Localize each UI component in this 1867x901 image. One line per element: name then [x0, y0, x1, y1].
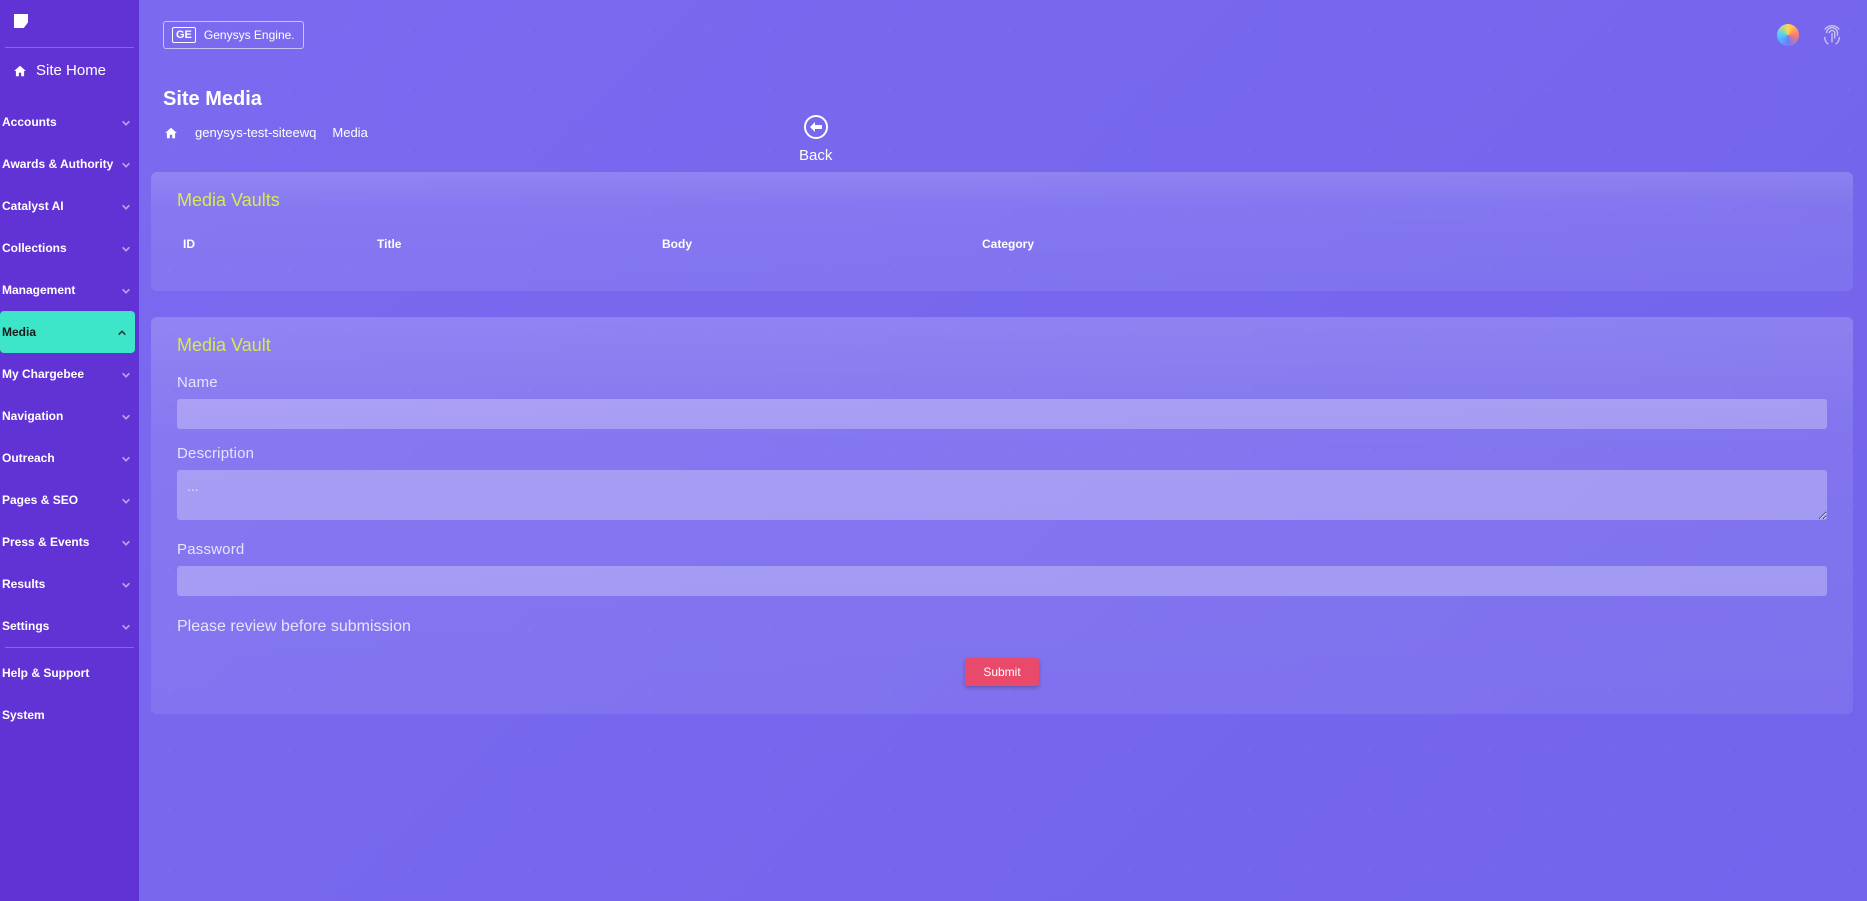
sidebar-item-awards[interactable]: Awards & Authority	[0, 143, 139, 185]
chevron-down-icon	[121, 369, 131, 379]
name-input[interactable]	[177, 399, 1827, 429]
sidebar-item-pages-seo[interactable]: Pages & SEO	[0, 479, 139, 521]
review-text: Please review before submission	[177, 618, 1827, 636]
sidebar-item-navigation[interactable]: Navigation	[0, 395, 139, 437]
main: GE Genysys Engine. Site Media genysys-te…	[139, 0, 1867, 901]
chevron-down-icon	[121, 201, 131, 211]
nav-items: Accounts Awards & Authority Catalyst AI …	[0, 101, 139, 647]
table-header-row: ID Title Body Category	[177, 229, 1827, 269]
sidebar-item-system[interactable]: System	[0, 694, 139, 736]
password-label: Password	[177, 541, 1827, 558]
sidebar-item-accounts[interactable]: Accounts	[0, 101, 139, 143]
sidebar-item-label: Help & Support	[2, 666, 89, 680]
breadcrumb: genysys-test-siteewq Media	[163, 125, 1843, 140]
chevron-down-icon	[121, 579, 131, 589]
sidebar-item-label: Media	[2, 325, 36, 339]
brand-mark-icon: GE	[172, 27, 196, 43]
chevron-up-icon	[117, 327, 127, 337]
sidebar-item-catalyst[interactable]: Catalyst AI	[0, 185, 139, 227]
sidebar: Site Home Accounts Awards & Authority Ca…	[0, 0, 139, 901]
home-icon	[12, 64, 28, 78]
chevron-down-icon	[121, 621, 131, 631]
breadcrumb-current: Media	[332, 125, 367, 140]
chevron-down-icon	[121, 453, 131, 463]
column-header-id: ID	[177, 237, 377, 251]
chevron-down-icon	[121, 243, 131, 253]
sidebar-item-label: My Chargebee	[2, 367, 84, 381]
sidebar-item-management[interactable]: Management	[0, 269, 139, 311]
password-input[interactable]	[177, 566, 1827, 596]
arrow-left-circle-icon	[804, 115, 828, 139]
logo-icon	[14, 14, 28, 28]
sidebar-item-settings[interactable]: Settings	[0, 605, 139, 647]
sidebar-item-label: Results	[2, 577, 45, 591]
topbar: GE Genysys Engine.	[139, 0, 1867, 70]
chevron-down-icon	[121, 495, 131, 505]
sidebar-item-label: Collections	[2, 241, 67, 255]
submit-button[interactable]: Submit	[965, 658, 1038, 686]
breadcrumb-home-icon[interactable]	[163, 126, 179, 140]
page-title: Site Media	[163, 88, 1843, 111]
sidebar-item-label: Accounts	[2, 115, 57, 129]
bottom-nav: Help & Support System	[0, 652, 139, 736]
chevron-down-icon	[121, 117, 131, 127]
sidebar-item-label: Outreach	[2, 451, 55, 465]
media-vaults-card: Media Vaults ID Title Body Category	[151, 172, 1853, 291]
sidebar-item-label: Catalyst AI	[2, 199, 64, 213]
sidebar-item-label: Management	[2, 283, 75, 297]
column-header-title: Title	[377, 237, 662, 251]
column-header-category: Category	[982, 237, 1034, 251]
site-home-link[interactable]: Site Home	[0, 48, 139, 93]
topbar-right	[1777, 24, 1843, 46]
divider	[5, 647, 134, 648]
sidebar-logo	[0, 0, 139, 47]
sidebar-item-label: Pages & SEO	[2, 493, 78, 507]
sidebar-item-outreach[interactable]: Outreach	[0, 437, 139, 479]
sidebar-item-label: Awards & Authority	[2, 157, 113, 171]
card-title: Media Vaults	[177, 190, 1827, 211]
breadcrumb-site[interactable]: genysys-test-siteewq	[195, 125, 316, 140]
sidebar-item-press-events[interactable]: Press & Events	[0, 521, 139, 563]
brand-logo[interactable]: GE Genysys Engine.	[163, 21, 304, 49]
back-label: Back	[799, 147, 832, 164]
media-vault-form-card: Media Vault Name Description Password Pl…	[151, 317, 1853, 714]
theme-toggle-icon[interactable]	[1777, 24, 1799, 46]
card-title: Media Vault	[177, 335, 1827, 356]
sidebar-item-help[interactable]: Help & Support	[0, 652, 139, 694]
chevron-down-icon	[121, 537, 131, 547]
brand-label: Genysys Engine.	[204, 28, 295, 42]
sidebar-item-results[interactable]: Results	[0, 563, 139, 605]
sidebar-item-label: Settings	[2, 619, 49, 633]
sidebar-item-media[interactable]: Media	[0, 311, 135, 353]
chevron-down-icon	[121, 285, 131, 295]
page-header: Site Media genysys-test-siteewq Media	[139, 70, 1867, 150]
description-label: Description	[177, 445, 1827, 462]
description-textarea[interactable]	[177, 470, 1827, 520]
fingerprint-icon[interactable]	[1821, 24, 1843, 46]
chevron-down-icon	[121, 411, 131, 421]
sidebar-item-label: Navigation	[2, 409, 63, 423]
sidebar-item-label: System	[2, 708, 45, 722]
column-header-body: Body	[662, 237, 982, 251]
site-home-label: Site Home	[36, 62, 106, 79]
sidebar-item-label: Press & Events	[2, 535, 89, 549]
name-label: Name	[177, 374, 1827, 391]
back-button[interactable]: Back	[799, 115, 832, 164]
chevron-down-icon	[121, 159, 131, 169]
sidebar-item-chargebee[interactable]: My Chargebee	[0, 353, 139, 395]
sidebar-item-collections[interactable]: Collections	[0, 227, 139, 269]
